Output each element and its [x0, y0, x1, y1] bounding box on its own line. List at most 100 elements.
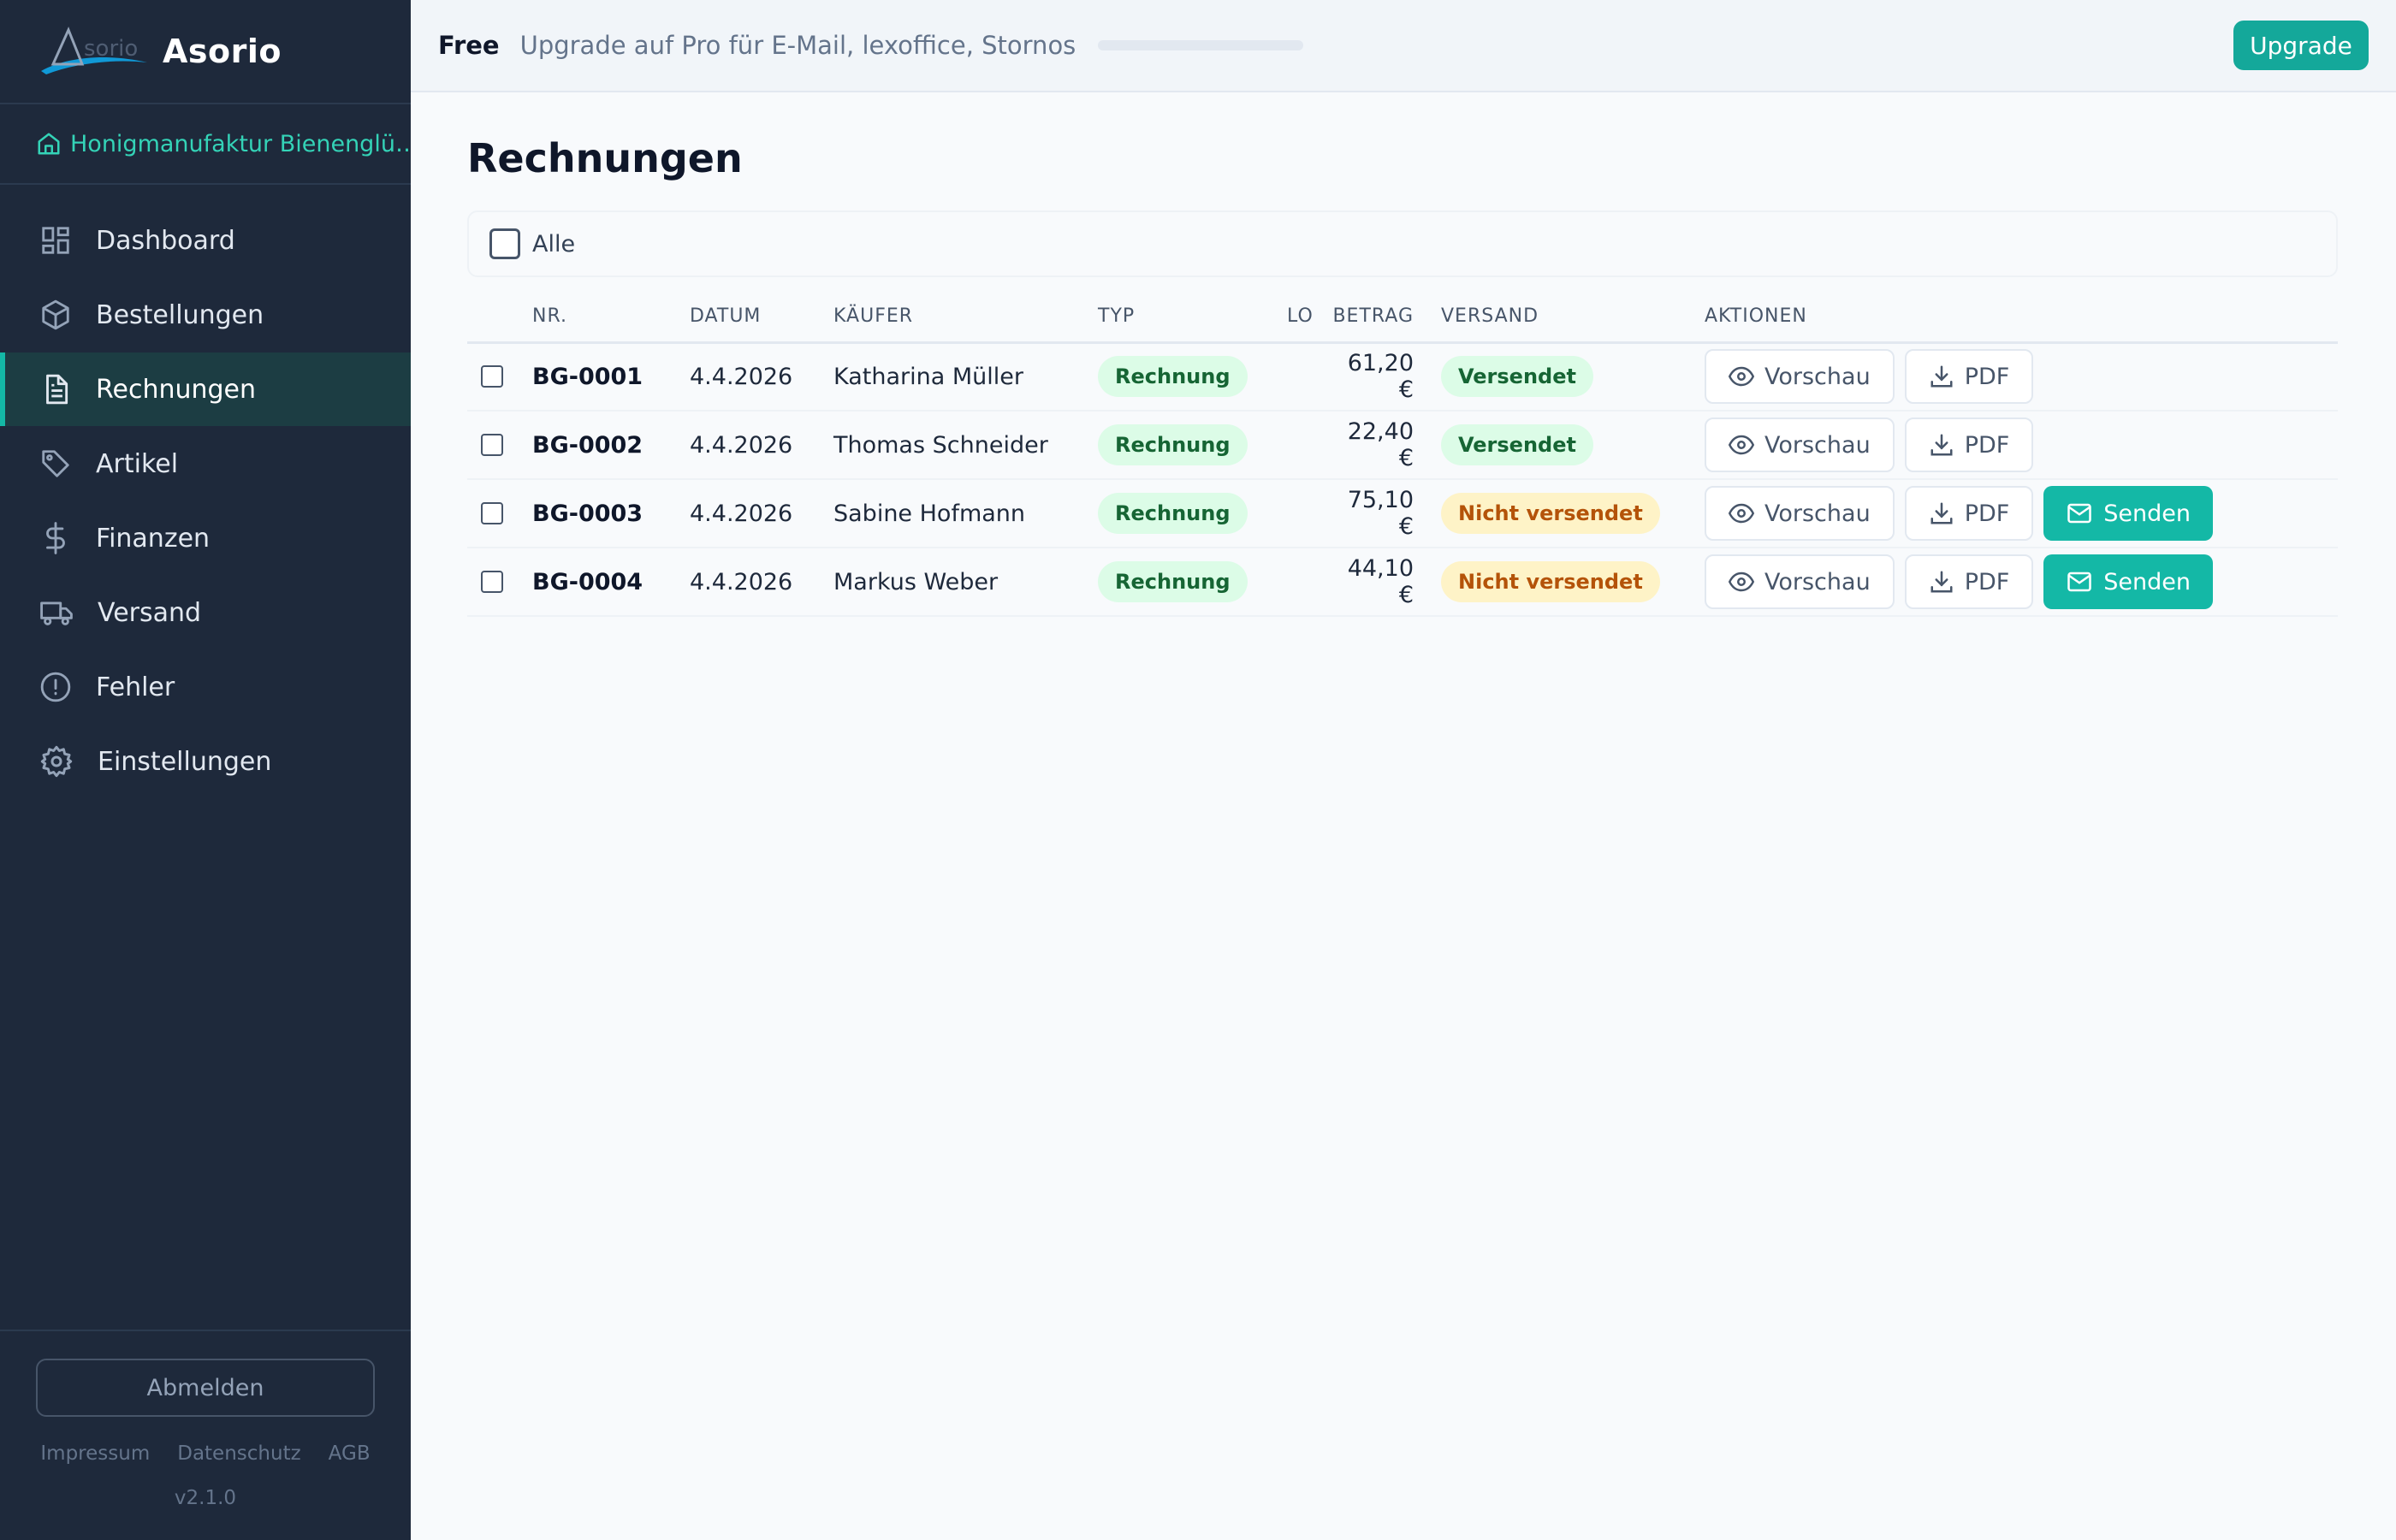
- usage-progress-bar: [1098, 40, 1304, 50]
- lo-cell: [1287, 342, 1330, 412]
- type-cell: Rechnung: [1098, 411, 1287, 480]
- table-row[interactable]: BG-0001 4.4.2026 Katharina Müller Rechnu…: [467, 342, 2338, 412]
- column-header-select: [467, 291, 532, 344]
- datenschutz-link[interactable]: Datenschutz: [177, 1442, 300, 1465]
- preview-button[interactable]: Vorschau: [1705, 418, 1895, 472]
- box-icon: [42, 299, 69, 330]
- shipping-cell: Nicht versendet: [1441, 479, 1705, 548]
- pdf-label: PDF: [1964, 431, 2010, 459]
- invoice-number[interactable]: BG-0004: [532, 548, 690, 617]
- actions-cell: Vorschau PDF: [1705, 342, 2338, 412]
- preview-label: Vorschau: [1764, 431, 1871, 459]
- eye-icon: [1729, 435, 1754, 455]
- sidebar-item-label: Artikel: [96, 448, 179, 479]
- invoice-date: 4.4.2026: [690, 342, 833, 412]
- column-header-kaeufer[interactable]: KÄUFER: [833, 291, 1098, 344]
- lo-cell: [1287, 411, 1330, 480]
- table-row[interactable]: BG-0004 4.4.2026 Markus Weber Rechnung 4…: [467, 548, 2338, 617]
- sidebar-item-label: Finanzen: [96, 523, 211, 554]
- lo-cell: [1287, 548, 1330, 617]
- sidebar-item-versand[interactable]: Versand: [0, 576, 411, 649]
- preview-button[interactable]: Vorschau: [1705, 486, 1895, 541]
- sidebar-item-artikel[interactable]: Artikel: [0, 427, 411, 500]
- pdf-download-button[interactable]: PDF: [1904, 349, 2034, 405]
- invoices-table: NR. DATUM KÄUFER TYP LO BETRAG VERSAND A…: [467, 291, 2338, 617]
- row-checkbox[interactable]: [481, 365, 503, 388]
- send-label: Senden: [2103, 500, 2191, 527]
- pdf-download-button[interactable]: PDF: [1904, 418, 2034, 472]
- invoice-number[interactable]: BG-0002: [532, 411, 690, 480]
- sidebar-item-rechnungen[interactable]: Rechnungen: [0, 352, 411, 426]
- download-icon: [1930, 502, 1953, 524]
- column-header-typ[interactable]: TYP: [1098, 291, 1287, 344]
- home-icon: [38, 133, 60, 155]
- select-all-bar: Alle: [467, 210, 2338, 277]
- invoice-number[interactable]: BG-0003: [532, 479, 690, 548]
- preview-button[interactable]: Vorschau: [1705, 349, 1895, 405]
- invoice-amount: 22,40 €: [1330, 411, 1441, 480]
- logout-button[interactable]: Abmelden: [36, 1359, 375, 1417]
- column-header-versand[interactable]: VERSAND: [1441, 291, 1705, 344]
- eye-icon: [1729, 503, 1754, 524]
- preview-label: Vorschau: [1764, 500, 1871, 527]
- upsell-text: Upgrade auf Pro für E-Mail, lexoffice, S…: [519, 31, 1076, 60]
- brand[interactable]: sorio Asorio: [0, 0, 411, 104]
- column-header-datum[interactable]: DATUM: [690, 291, 833, 344]
- invoice-date: 4.4.2026: [690, 548, 833, 617]
- type-cell: Rechnung: [1098, 479, 1287, 548]
- upgrade-button[interactable]: Upgrade: [2233, 21, 2369, 70]
- preview-button[interactable]: Vorschau: [1705, 554, 1895, 609]
- table-header-row: NR. DATUM KÄUFER TYP LO BETRAG VERSAND A…: [467, 291, 2338, 344]
- row-checkbox[interactable]: [481, 434, 503, 456]
- sidebar-item-label: Dashboard: [96, 225, 235, 256]
- sidebar-item-einstellungen[interactable]: Einstellungen: [0, 725, 411, 798]
- pdf-label: PDF: [1964, 568, 2010, 595]
- sidebar-item-bestellungen[interactable]: Bestellungen: [0, 278, 411, 352]
- sidebar-item-dashboard[interactable]: Dashboard: [0, 204, 411, 277]
- sidebar-footer: Abmelden Impressum Datenschutz AGB v2.1.…: [0, 1330, 411, 1540]
- shipping-cell: Nicht versendet: [1441, 548, 1705, 617]
- pdf-label: PDF: [1964, 500, 2010, 527]
- footer-links: Impressum Datenschutz AGB: [0, 1442, 411, 1465]
- shop-selector[interactable]: Honigmanufaktur Bienenglü…: [0, 104, 411, 185]
- invoice-amount: 44,10 €: [1330, 548, 1441, 617]
- sidebar-item-finanzen[interactable]: Finanzen: [0, 501, 411, 575]
- send-label: Senden: [2103, 568, 2191, 595]
- row-checkbox[interactable]: [481, 502, 503, 524]
- impressum-link[interactable]: Impressum: [40, 1442, 150, 1465]
- row-checkbox[interactable]: [481, 571, 503, 593]
- type-badge: Rechnung: [1098, 561, 1248, 602]
- send-button[interactable]: Senden: [2043, 554, 2214, 609]
- brand-name: Asorio: [163, 33, 282, 70]
- invoice-date: 4.4.2026: [690, 411, 833, 480]
- type-cell: Rechnung: [1098, 548, 1287, 617]
- plan-banner: Free Upgrade auf Pro für E-Mail, lexoffi…: [411, 0, 2396, 92]
- pdf-download-button[interactable]: PDF: [1904, 486, 2034, 541]
- eye-icon: [1729, 572, 1754, 592]
- actions-cell: Vorschau PDF Senden: [1705, 479, 2338, 548]
- type-cell: Rechnung: [1098, 342, 1287, 412]
- dashboard-icon: [42, 227, 69, 254]
- type-badge: Rechnung: [1098, 356, 1248, 398]
- invoice-number[interactable]: BG-0001: [532, 342, 690, 412]
- shipping-cell: Versendet: [1441, 411, 1705, 480]
- buyer-name: Markus Weber: [833, 548, 1098, 617]
- column-header-betrag[interactable]: BETRAG: [1330, 291, 1441, 344]
- document-icon: [46, 374, 68, 405]
- truck-icon: [40, 601, 73, 625]
- table-body: BG-0001 4.4.2026 Katharina Müller Rechnu…: [467, 342, 2338, 617]
- shipping-status-badge: Nicht versendet: [1441, 493, 1660, 534]
- gear-icon: [40, 745, 73, 778]
- pdf-download-button[interactable]: PDF: [1904, 554, 2034, 609]
- column-header-aktionen: AKTIONEN: [1705, 291, 2338, 344]
- table-row[interactable]: BG-0003 4.4.2026 Sabine Hofmann Rechnung…: [467, 479, 2338, 548]
- column-header-lo[interactable]: LO: [1287, 291, 1330, 344]
- column-header-nr[interactable]: NR.: [532, 291, 690, 344]
- agb-link[interactable]: AGB: [329, 1442, 371, 1465]
- app-version: v2.1.0: [174, 1487, 237, 1509]
- download-icon: [1930, 365, 1953, 388]
- send-button[interactable]: Senden: [2043, 486, 2214, 541]
- table-row[interactable]: BG-0002 4.4.2026 Thomas Schneider Rechnu…: [467, 411, 2338, 480]
- sidebar-item-fehler[interactable]: Fehler: [0, 650, 411, 724]
- select-all-checkbox[interactable]: [489, 228, 520, 259]
